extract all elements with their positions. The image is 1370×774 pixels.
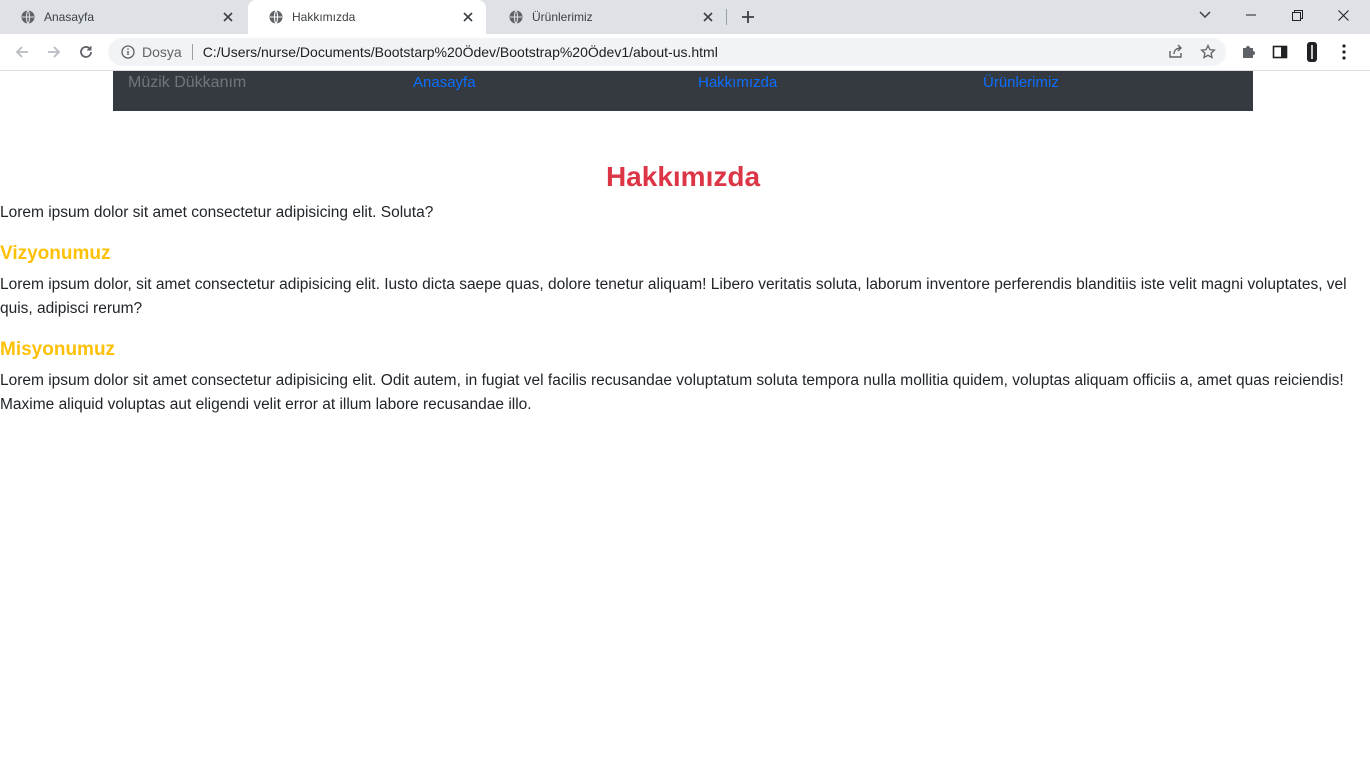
restore-button[interactable] bbox=[1274, 0, 1320, 30]
minimize-icon bbox=[1246, 14, 1256, 16]
back-button[interactable] bbox=[10, 40, 34, 64]
tab-title: Ürünlerimiz bbox=[532, 10, 593, 24]
vision-heading: Vizyonumuz bbox=[0, 243, 111, 264]
tab-hakkimizda[interactable]: Hakkımızda bbox=[248, 0, 486, 34]
tab-urunlerimiz[interactable]: Ürünlerimiz bbox=[488, 0, 726, 34]
nav-link-anasayfa[interactable]: Anasayfa bbox=[413, 74, 476, 91]
share-icon[interactable] bbox=[1168, 44, 1184, 60]
omnibox-divider bbox=[191, 44, 193, 60]
tab-strip: Anasayfa Hakkımızda Ürünlerimiz bbox=[0, 0, 1370, 34]
reload-icon bbox=[80, 46, 92, 58]
tab-separator bbox=[726, 9, 727, 25]
globe-icon bbox=[21, 10, 35, 24]
arrow-left-icon bbox=[15, 46, 28, 58]
side-panel-icon bbox=[1272, 45, 1288, 59]
kebab-menu-icon bbox=[1342, 44, 1346, 60]
vision-text: Lorem ipsum dolor, sit amet consectetur … bbox=[0, 276, 1347, 317]
arrow-right-icon bbox=[48, 46, 61, 58]
info-icon[interactable] bbox=[120, 44, 136, 60]
menu-button[interactable] bbox=[1332, 40, 1356, 64]
page-title: Hakkımızda bbox=[605, 161, 761, 192]
tab-title: Hakkımızda bbox=[292, 10, 356, 24]
puzzle-icon bbox=[1243, 46, 1255, 58]
reload-button[interactable] bbox=[74, 40, 98, 64]
nav-link-urunlerimiz[interactable]: Ürünlerimiz bbox=[983, 74, 1059, 91]
window-close-button[interactable] bbox=[1320, 0, 1366, 30]
plus-icon bbox=[742, 11, 754, 23]
mission-heading: Misyonumuz bbox=[0, 339, 116, 360]
nav-link-hakkimizda[interactable]: Hakkımızda bbox=[698, 74, 777, 91]
tab-title: Anasayfa bbox=[44, 10, 95, 24]
address-bar[interactable]: Dosya C:/Users/nurse/Documents/Bootstarp… bbox=[108, 38, 1226, 66]
url-text[interactable]: C:/Users/nurse/Documents/Bootstarp%20Öde… bbox=[203, 44, 718, 60]
close-icon bbox=[1337, 9, 1349, 21]
minimize-button[interactable] bbox=[1228, 0, 1274, 30]
site-navbar: Müzik Dükkanım Anasayfa Hakkımızda Ürünl… bbox=[113, 71, 1253, 111]
star-icon[interactable] bbox=[1200, 44, 1216, 60]
side-panel-button[interactable] bbox=[1268, 40, 1292, 64]
close-icon[interactable] bbox=[700, 9, 716, 25]
forward-button[interactable] bbox=[42, 40, 66, 64]
browser-toolbar: Dosya C:/Users/nurse/Documents/Bootstarp… bbox=[0, 34, 1370, 71]
profile-avatar-button[interactable] bbox=[1300, 40, 1324, 64]
close-icon[interactable] bbox=[460, 9, 476, 25]
scheme-label: Dosya bbox=[142, 44, 182, 60]
intro-text: Lorem ipsum dolor sit amet consectetur a… bbox=[0, 204, 434, 221]
tab-search-button[interactable] bbox=[1182, 0, 1228, 30]
globe-icon bbox=[269, 10, 283, 24]
navbar-brand[interactable]: Müzik Dükkanım bbox=[128, 74, 246, 92]
mission-text: Lorem ipsum dolor sit amet consectetur a… bbox=[0, 372, 1344, 413]
close-icon[interactable] bbox=[220, 9, 236, 25]
globe-icon bbox=[509, 10, 523, 24]
avatar-icon bbox=[1307, 42, 1317, 62]
extensions-button[interactable] bbox=[1236, 40, 1260, 64]
chevron-down-icon bbox=[1199, 11, 1211, 19]
new-tab-button[interactable] bbox=[737, 6, 759, 28]
tab-anasayfa[interactable]: Anasayfa bbox=[0, 0, 246, 34]
restore-icon bbox=[1291, 9, 1303, 21]
